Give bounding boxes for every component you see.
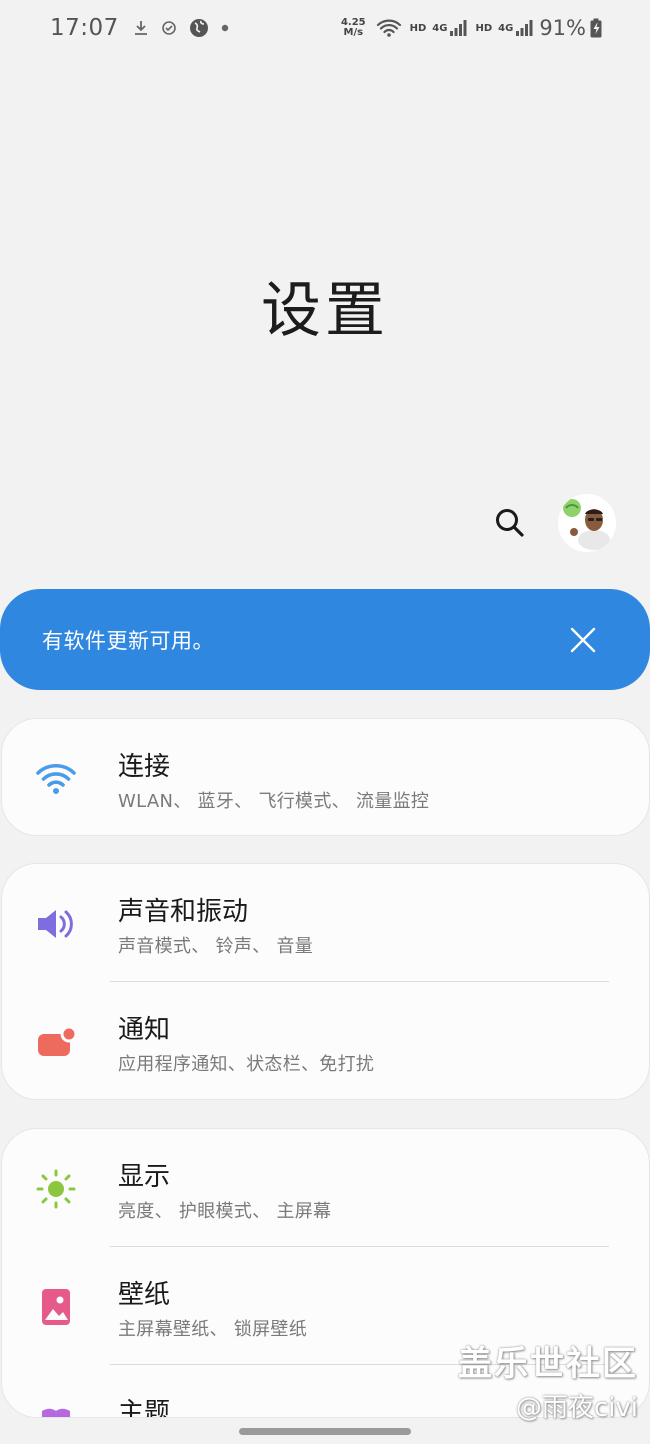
settings-item-title: 通知 <box>118 1015 171 1045</box>
signal-icon <box>515 19 533 37</box>
settings-item-title: 壁纸 <box>118 1280 171 1310</box>
search-icon <box>496 509 524 537</box>
settings-item-notifications[interactable]: 通知 应用程序通知、状态栏、免打扰 <box>2 982 649 1099</box>
settings-item-subtitle: 应用程序通知、状态栏、免打扰 <box>118 1054 375 1075</box>
settings-item-subtitle: 亮度、 护眼模式、 主屏幕 <box>118 1201 332 1222</box>
wallpaper-icon <box>34 1285 78 1329</box>
network-speed: 4.25 M/s <box>341 18 366 38</box>
signal-icon <box>449 19 467 37</box>
settings-item-title: 主题 <box>118 1398 171 1418</box>
theme-icon <box>34 1403 78 1417</box>
home-gesture-handle[interactable] <box>239 1428 411 1435</box>
battery-percent: 91% <box>539 16 586 40</box>
sun-icon <box>34 1167 78 1211</box>
settings-item-subtitle: 声音模式、 铃声、 音量 <box>118 936 314 957</box>
settings-item-connections[interactable]: 连接 WLAN、 蓝牙、 飞行模式、 流量监控 <box>2 719 649 835</box>
battery-charging-icon <box>590 18 602 38</box>
speaker-icon <box>34 902 78 946</box>
settings-item-title: 显示 <box>118 1162 171 1192</box>
status-bar: 17:07 4.25 M/s HD 4G HD 4G 91% <box>0 0 650 56</box>
settings-item-title: 连接 <box>118 752 171 782</box>
wifi-icon <box>34 757 78 801</box>
globe-icon <box>189 18 209 38</box>
hd-label-2: HD <box>475 22 493 34</box>
network-type-1: 4G <box>432 22 448 34</box>
software-update-banner[interactable]: 有软件更新可用。 <box>0 589 650 690</box>
status-time: 17:07 <box>50 15 119 41</box>
close-icon <box>570 627 596 652</box>
watermark-line-2: @雨夜civi <box>515 1393 638 1423</box>
watermark: 盖乐世社区 @雨夜civi <box>458 1336 638 1424</box>
avatar-icon <box>558 494 616 552</box>
settings-item-title: 声音和振动 <box>118 897 249 927</box>
page-title: 设置 <box>261 276 389 346</box>
notification-icon <box>34 1020 78 1064</box>
dot-icon <box>221 24 229 32</box>
banner-text: 有软件更新可用。 <box>42 628 214 653</box>
settings-group-connections: 连接 WLAN、 蓝牙、 飞行模式、 流量监控 <box>1 718 650 836</box>
settings-item-display[interactable]: 显示 亮度、 护眼模式、 主屏幕 <box>2 1129 649 1247</box>
settings-item-subtitle: 主屏幕壁纸、 锁屏壁纸 <box>118 1319 308 1340</box>
download-icon <box>133 19 149 37</box>
hd-label-1: HD <box>409 22 427 34</box>
settings-item-sound[interactable]: 声音和振动 声音模式、 铃声、 音量 <box>2 864 649 982</box>
network-speed-unit: M/s <box>343 27 364 38</box>
settings-item-subtitle: WLAN、 蓝牙、 飞行模式、 流量监控 <box>118 791 430 812</box>
wifi-icon <box>376 18 402 38</box>
banner-close-button[interactable] <box>570 627 596 653</box>
settings-group-sound-notifications: 声音和振动 声音模式、 铃声、 音量 通知 应用程序通知、状态栏、免打扰 <box>1 863 650 1100</box>
network-type-2: 4G <box>498 22 514 34</box>
avatar[interactable] <box>558 494 616 552</box>
watermark-line-1: 盖乐世社区 <box>458 1344 638 1384</box>
check-circle-icon <box>161 20 177 36</box>
search-button[interactable] <box>492 505 528 541</box>
